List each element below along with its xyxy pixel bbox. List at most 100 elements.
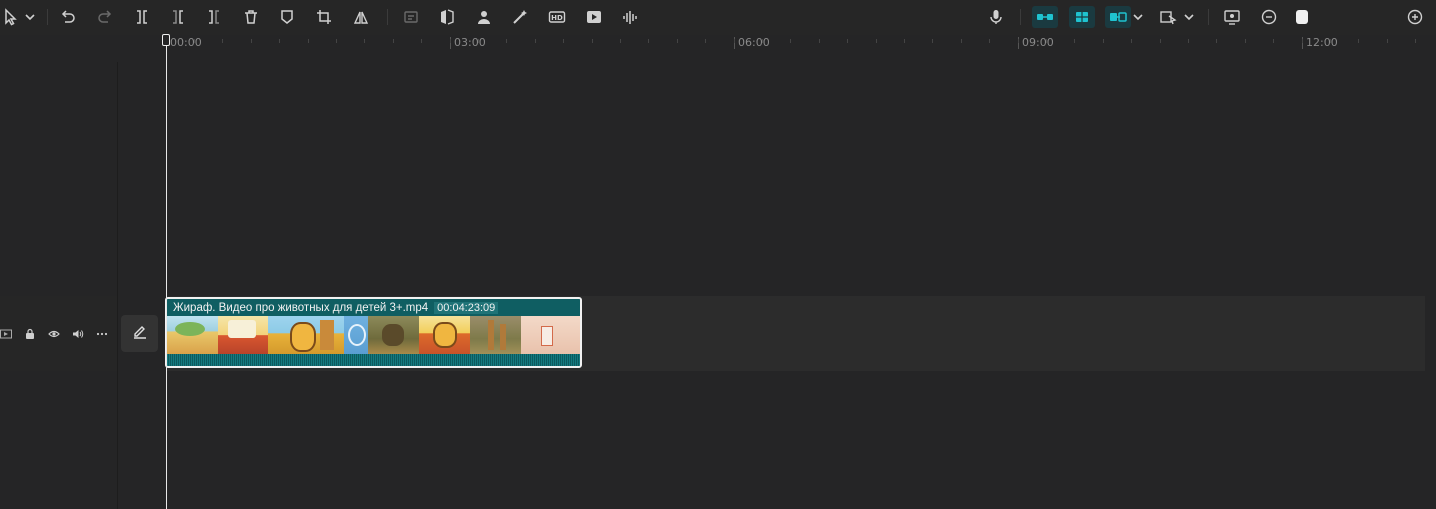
clip-thumbnails — [167, 316, 580, 354]
connect-dropdown-icon[interactable] — [1133, 10, 1143, 24]
ruler-label: 09:00 — [1018, 37, 1054, 49]
zoom-slider-handle[interactable] — [1296, 10, 1308, 24]
freeze-icon[interactable] — [400, 6, 422, 28]
toolbar-divider — [47, 9, 48, 25]
ruler-tick — [421, 39, 422, 43]
ruler-tick — [734, 39, 735, 43]
more-icon[interactable] — [96, 327, 108, 339]
ruler-label: 12:00 — [1302, 37, 1338, 49]
thumbnail — [368, 316, 419, 354]
ruler-tick — [989, 39, 990, 43]
split-right-icon[interactable] — [203, 6, 225, 28]
screen-icon[interactable] — [1221, 6, 1243, 28]
clip-header: Жираф. Видео про животных для детей 3+.m… — [167, 299, 580, 316]
ruler-tick — [705, 39, 706, 43]
ruler-tick — [1131, 39, 1132, 43]
magic-icon[interactable] — [509, 6, 531, 28]
audio-split-icon[interactable] — [619, 6, 641, 28]
zoom-out-icon[interactable] — [1258, 6, 1280, 28]
mic-icon[interactable] — [985, 6, 1007, 28]
ruler-label: 03:00 — [450, 37, 486, 49]
thumbnail — [470, 316, 521, 354]
lock-icon[interactable] — [24, 327, 36, 339]
magnet-icon[interactable] — [1069, 6, 1095, 28]
delete-icon[interactable] — [240, 6, 262, 28]
redo-icon[interactable] — [94, 6, 116, 28]
split-icon[interactable] — [131, 6, 153, 28]
ruler-tick — [478, 39, 479, 43]
eye-icon[interactable] — [48, 327, 60, 339]
zoom-in-icon[interactable] — [1404, 6, 1426, 28]
ruler-tick — [1245, 39, 1246, 43]
record-icon[interactable] — [583, 6, 605, 28]
ruler-tick — [904, 39, 905, 43]
ruler-tick — [222, 39, 223, 43]
ruler-tick — [1103, 39, 1104, 43]
ruler-tick — [762, 39, 763, 43]
ruler-tick — [393, 39, 394, 43]
ruler-tick — [336, 39, 337, 43]
thumbnail — [268, 316, 344, 354]
preview-dropdown-icon[interactable] — [1184, 10, 1194, 24]
ruler-tick — [1358, 39, 1359, 43]
ruler-tick — [308, 39, 309, 43]
crop-icon[interactable] — [313, 6, 335, 28]
hd-icon[interactable]: HD — [546, 6, 568, 28]
ruler-tick — [1330, 39, 1331, 43]
person-icon[interactable] — [473, 6, 495, 28]
timeline-toolbar: HD — [0, 0, 1436, 35]
ruler-tick — [450, 39, 451, 43]
connect-icon[interactable] — [1105, 6, 1131, 28]
timeline-ruler[interactable]: 00:00 03:00 06:00 09:00 12:00 — [166, 35, 1436, 53]
edit-cover-button[interactable] — [121, 315, 158, 352]
ruler-tick — [1273, 39, 1274, 43]
ruler-tick — [1387, 39, 1388, 43]
link-icon[interactable] — [1032, 6, 1058, 28]
flip-icon[interactable] — [436, 6, 458, 28]
select-dropdown-icon[interactable] — [25, 10, 35, 24]
thumbnail — [167, 316, 218, 354]
ruler-tick — [1160, 39, 1161, 43]
ruler-tick — [364, 39, 365, 43]
ruler-tick — [194, 39, 195, 43]
split-left-icon[interactable] — [167, 6, 189, 28]
audio-waveform — [167, 354, 580, 366]
ruler-tick — [876, 39, 877, 43]
clip-duration: 00:04:23:09 — [434, 301, 499, 314]
ruler-tick — [506, 39, 507, 43]
toolbar-divider — [1020, 9, 1021, 25]
thumbnail — [218, 316, 268, 354]
toolbar-divider — [387, 9, 388, 25]
ruler-tick — [790, 39, 791, 43]
video-clip[interactable]: Жираф. Видео про животных для детей 3+.m… — [165, 297, 582, 368]
mark-icon[interactable] — [276, 6, 298, 28]
ruler-tick — [1018, 39, 1019, 43]
mirror-icon[interactable] — [350, 6, 372, 28]
svg-text:HD: HD — [551, 14, 563, 22]
undo-icon[interactable] — [57, 6, 79, 28]
track-header-pane — [0, 62, 118, 509]
ruler-tick — [819, 39, 820, 43]
ruler-tick — [1302, 39, 1303, 43]
ruler-tick — [620, 39, 621, 43]
select-icon[interactable] — [0, 6, 22, 28]
ruler-tick — [563, 39, 564, 43]
ruler-tick — [677, 39, 678, 43]
playhead-handle[interactable] — [162, 34, 170, 46]
ruler-tick — [251, 39, 252, 43]
track-type-icon — [0, 327, 12, 339]
ruler-tick — [1415, 39, 1416, 43]
ruler-label: 06:00 — [734, 37, 770, 49]
volume-icon[interactable] — [72, 327, 84, 339]
ruler-tick — [648, 39, 649, 43]
ruler-tick — [847, 39, 848, 43]
clip-name: Жираф. Видео про животных для детей 3+.m… — [173, 301, 429, 314]
ruler-tick — [1046, 39, 1047, 43]
ruler-tick — [592, 39, 593, 43]
preview-icon[interactable] — [1157, 6, 1179, 28]
playhead[interactable] — [166, 34, 167, 509]
ruler-tick — [1216, 39, 1217, 43]
toolbar-divider — [1208, 9, 1209, 25]
ruler-tick — [535, 39, 536, 43]
thumbnail — [419, 316, 470, 354]
